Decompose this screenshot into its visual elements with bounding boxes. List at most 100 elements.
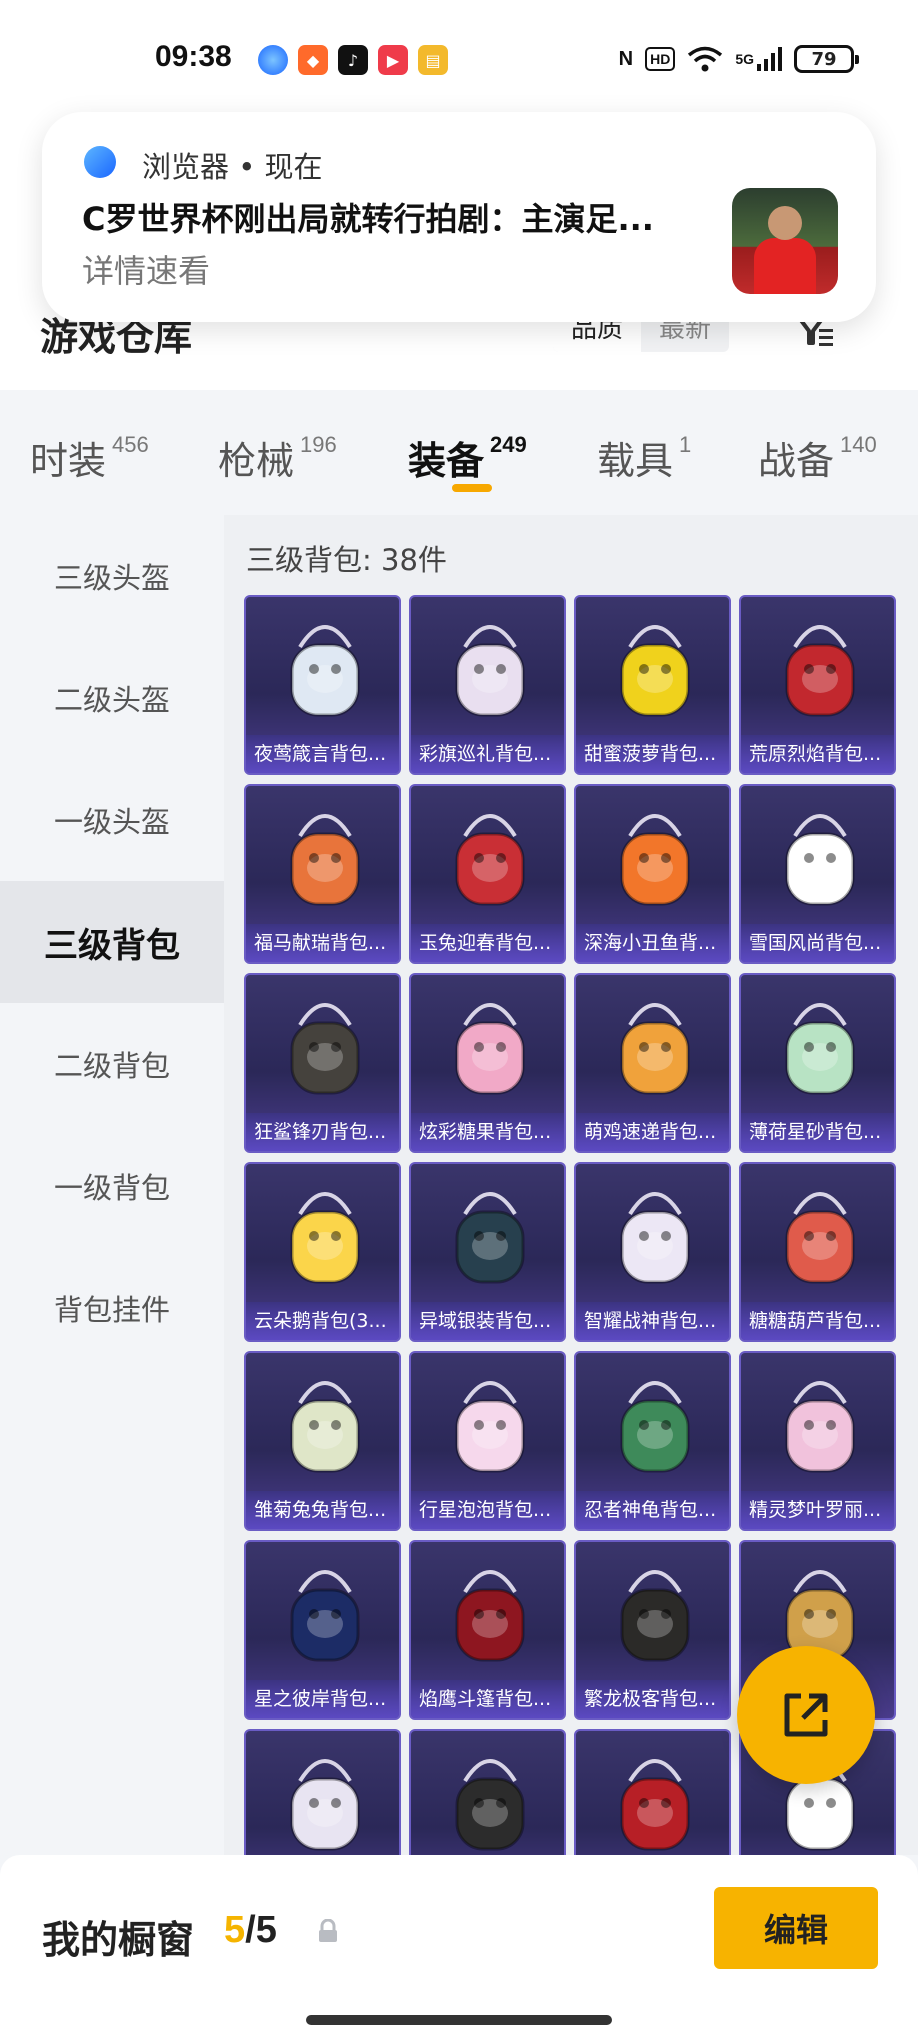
backpack-card[interactable]: 甜蜜菠萝背包... (574, 595, 731, 775)
backpack-name: 玉兔迎春背包... (411, 924, 564, 962)
backpack-name: 焰鹰斗篷背包... (411, 1680, 564, 1718)
backpack-name: 繁龙极客背包... (576, 1680, 729, 1718)
backpack-name: 萌鸡速递背包... (576, 1113, 729, 1151)
notification-banner[interactable]: 浏览器 • 现在 C罗世界杯刚出局就转行拍剧：主演足... 详情速看 (42, 112, 876, 322)
clownfish-backpack-icon (576, 786, 729, 926)
peace-backpack-icon (411, 1731, 564, 1871)
sidebar-item-backpack-charm[interactable]: 背包挂件 (0, 1247, 224, 1369)
backpack-card[interactable]: 繁龙极客背包... (574, 1540, 731, 1720)
tab-vehicles[interactable]: 载具 1 (597, 430, 691, 485)
tab-equipment[interactable]: 装备 249 (408, 430, 527, 485)
edit-button[interactable]: 编辑 (714, 1887, 878, 1969)
sidebar-item-level2-backpack[interactable]: 二级背包 (0, 1003, 224, 1125)
backpack-card[interactable]: 雪国风尚背包... (739, 784, 896, 964)
tech-backpack-icon (411, 1164, 564, 1304)
backpack-card[interactable]: 雏菊兔兔背包... (244, 1351, 401, 1531)
backpack-card[interactable]: 萌鸡速递背包... (574, 973, 731, 1153)
showcase-label: 我的橱窗 (42, 1918, 195, 1962)
tab-fashion[interactable]: 时装 456 (30, 430, 149, 485)
tab-label: 装备 (408, 439, 485, 483)
backpack-card[interactable]: 云朵鹅背包(3... (244, 1162, 401, 1342)
backpack-card[interactable]: 炫彩糖果背包... (409, 973, 566, 1153)
sidebar-item-level1-helmet[interactable]: 一级头盔 (0, 759, 224, 881)
backpack-card[interactable]: 精灵梦叶罗丽... (739, 1351, 896, 1531)
astronaut-backpack-icon (246, 1542, 399, 1682)
daisy-backpack-icon (246, 1353, 399, 1493)
backpack-card[interactable]: 福马献瑞背包... (244, 784, 401, 964)
signal-icon: 5G (735, 44, 782, 74)
tab-label: 时装 (30, 439, 107, 483)
sidebar-item-level3-helmet[interactable]: 三级头盔 (0, 515, 224, 637)
backpack-name: 薄荷星砂背包... (741, 1113, 894, 1151)
red-backpack-icon (576, 1731, 729, 1871)
backpack-card[interactable]: 深海小丑鱼背... (574, 784, 731, 964)
backpack-card[interactable]: 狂鲨锋刃背包... (244, 973, 401, 1153)
backpack-card[interactable]: 彩旗巡礼背包... (409, 595, 566, 775)
pineapple-backpack-icon (576, 597, 729, 737)
sidebar-item-level1-backpack[interactable]: 一级背包 (0, 1125, 224, 1247)
backpack-name: 智耀战神背包... (576, 1302, 729, 1340)
section-heading: 三级背包: 38件 (246, 543, 447, 577)
bunny-backpack-icon (411, 597, 564, 737)
showcase-current: 5 (224, 1909, 246, 1951)
battery-icon: 79 (794, 45, 859, 73)
backpack-card[interactable]: 星之彼岸背包... (244, 1540, 401, 1720)
tab-label: 枪械 (218, 439, 295, 483)
share-button[interactable] (737, 1646, 875, 1784)
jellyfish-backpack-icon (246, 597, 399, 737)
showcase-bar: 我的橱窗 5/5 编辑 (0, 1855, 918, 2040)
tab-combat-gear[interactable]: 战备 140 (758, 430, 877, 485)
backpack-name: 忍者神龟背包... (576, 1491, 729, 1529)
flame-backpack-icon (741, 597, 894, 737)
tab-count: 456 (112, 432, 149, 457)
wifi-icon (687, 44, 723, 74)
backpack-name: 狂鲨锋刃背包... (246, 1113, 399, 1151)
backpack-name: 炫彩糖果背包... (411, 1113, 564, 1151)
backpack-name: 荒原烈焰背包... (741, 735, 894, 773)
backpack-name: 精灵梦叶罗丽... (741, 1491, 894, 1529)
goose-backpack-icon (246, 1164, 399, 1304)
home-indicator (306, 2015, 612, 2025)
status-time: 09:38 (155, 40, 232, 73)
backpack-card[interactable]: 薄荷星砂背包... (739, 973, 896, 1153)
sidebar-item-level3-backpack[interactable]: 三级背包 (0, 881, 224, 1003)
video-app-icon: ▶ (378, 45, 408, 75)
backpack-card[interactable]: 忍者神龟背包... (574, 1351, 731, 1531)
tab-count: 249 (490, 432, 527, 457)
tab-count: 1 (679, 432, 692, 457)
backpack-card[interactable]: 玉兔迎春背包... (409, 784, 566, 964)
tab-firearms[interactable]: 枪械 196 (218, 430, 337, 485)
notification-subtitle: 详情速看 (82, 252, 211, 290)
browser-icon (84, 146, 116, 178)
backpack-card[interactable]: 智耀战神背包... (574, 1162, 731, 1342)
spirit-backpack-icon (246, 1731, 399, 1871)
backpack-name: 福马献瑞背包... (246, 924, 399, 962)
backpack-name: 异域银装背包... (411, 1302, 564, 1340)
warrior-backpack-icon (576, 1164, 729, 1304)
showcase-separator: / (245, 1909, 256, 1951)
shark-backpack-icon (246, 975, 399, 1115)
backpack-card[interactable]: 糖糖葫芦背包... (739, 1162, 896, 1342)
backpack-card[interactable]: 夜莺箴言背包... (244, 595, 401, 775)
gourd-backpack-icon (741, 1164, 894, 1304)
browser-app-icon (258, 45, 288, 75)
notification-title: C罗世界杯刚出局就转行拍剧：主演足... (82, 200, 654, 238)
status-app-icons: ◆ ♪ ▶ ▤ (258, 45, 448, 75)
backpack-name: 行星泡泡背包... (411, 1491, 564, 1529)
notification-source: 浏览器 • 现在 (142, 150, 323, 184)
backpack-name: 糖糖葫芦背包... (741, 1302, 894, 1340)
penguin-backpack-icon (741, 786, 894, 926)
bubble-backpack-icon (411, 1353, 564, 1493)
backpack-card[interactable]: 异域银装背包... (409, 1162, 566, 1342)
hd-icon: HD (645, 47, 676, 71)
backpack-name: 深海小丑鱼背... (576, 924, 729, 962)
nfc-icon: N (618, 47, 634, 70)
backpack-card[interactable]: 焰鹰斗篷背包... (409, 1540, 566, 1720)
mint-backpack-icon (741, 975, 894, 1115)
sidebar-item-level2-helmet[interactable]: 二级头盔 (0, 637, 224, 759)
system-status-icons: N HD 5G 79 (618, 44, 859, 74)
backpack-name: 彩旗巡礼背包... (411, 735, 564, 773)
tab-label: 载具 (597, 439, 674, 483)
backpack-card[interactable]: 荒原烈焰背包... (739, 595, 896, 775)
backpack-card[interactable]: 行星泡泡背包... (409, 1351, 566, 1531)
